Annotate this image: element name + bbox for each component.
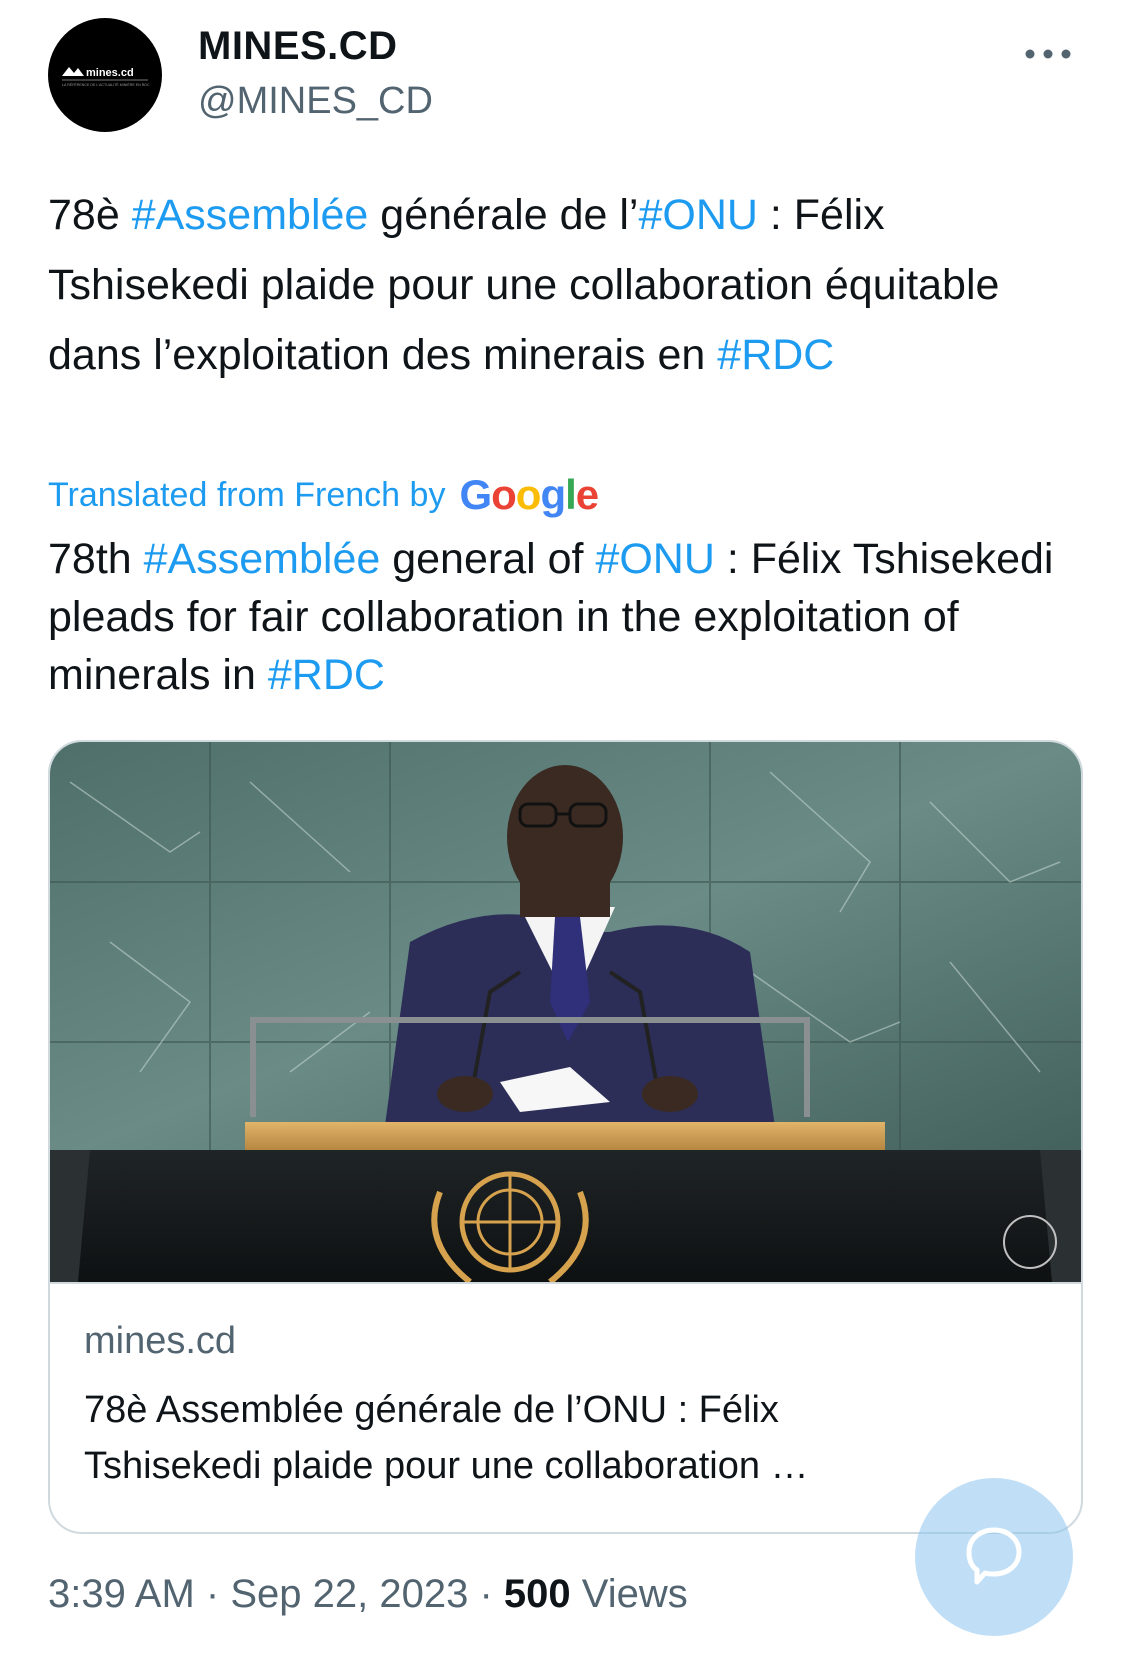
hashtag-link[interactable]: #RDC: [717, 331, 834, 379]
link-title: 78è Assemblée générale de l’ONU : Félix …: [84, 1389, 809, 1487]
reply-fab-button[interactable]: [915, 1478, 1073, 1636]
tweet-text-part: générale de l’: [368, 191, 639, 239]
tweet-text-part: 78è: [48, 191, 132, 239]
avatar-tagline: LA RÉFÉRENCE DE L'ACTUALITÉ MINIÈRE EN R…: [62, 82, 150, 87]
hashtag-link[interactable]: #Assemblée: [132, 191, 369, 239]
display-name[interactable]: MINES.CD: [198, 24, 398, 69]
tweet-text-part: general of: [380, 535, 596, 583]
tweet-text-part: 78th: [48, 535, 144, 583]
views-label: Views: [581, 1572, 688, 1616]
more-dots-icon[interactable]: [1018, 34, 1078, 74]
translation-attribution[interactable]: Translated from French by Google: [48, 470, 599, 520]
tweet-time[interactable]: 3:39 AM: [48, 1572, 195, 1616]
hashtag-link[interactable]: #Assemblée: [144, 535, 381, 583]
link-preview-card[interactable]: mines.cd 78è Assemblée générale de l’ONU…: [48, 740, 1083, 1534]
meta-separator: ·: [205, 1572, 220, 1616]
tweet-text: 78è #Assemblée générale de l’#ONU : Féli…: [48, 180, 1078, 390]
hashtag-link[interactable]: #RDC: [268, 651, 385, 699]
link-preview-meta[interactable]: mines.cd 78è Assemblée générale de l’ONU…: [50, 1282, 1081, 1532]
hashtag-link[interactable]: #ONU: [595, 535, 714, 583]
avatar-brand-text: mines.cd: [86, 67, 134, 79]
hashtag-link[interactable]: #ONU: [638, 191, 757, 239]
meta-separator: ·: [479, 1572, 493, 1616]
views-count[interactable]: 500: [504, 1572, 571, 1616]
link-preview-image[interactable]: [50, 742, 1081, 1282]
reply-bubble-icon: [966, 1527, 1022, 1585]
google-logo-icon: Google: [459, 471, 599, 518]
mines-logo-icon: mines.cd LA RÉFÉRENCE DE L'ACTUALITÉ MIN…: [62, 67, 150, 87]
tweet-date[interactable]: Sep 22, 2023: [230, 1572, 468, 1616]
translated-tweet-text: 78th #Assemblée general of #ONU : Félix …: [48, 530, 1088, 704]
tweet-meta: 3:39 AM · Sep 22, 2023 · 500 Views: [48, 1572, 688, 1617]
user-handle[interactable]: @MINES_CD: [198, 80, 433, 123]
avatar[interactable]: mines.cd LA RÉFÉRENCE DE L'ACTUALITÉ MIN…: [48, 18, 162, 132]
tweet-header: mines.cd LA RÉFÉRENCE DE L'ACTUALITÉ MIN…: [48, 18, 1078, 138]
link-domain: mines.cd: [84, 1320, 237, 1362]
translated-label: Translated from French by: [48, 475, 446, 514]
